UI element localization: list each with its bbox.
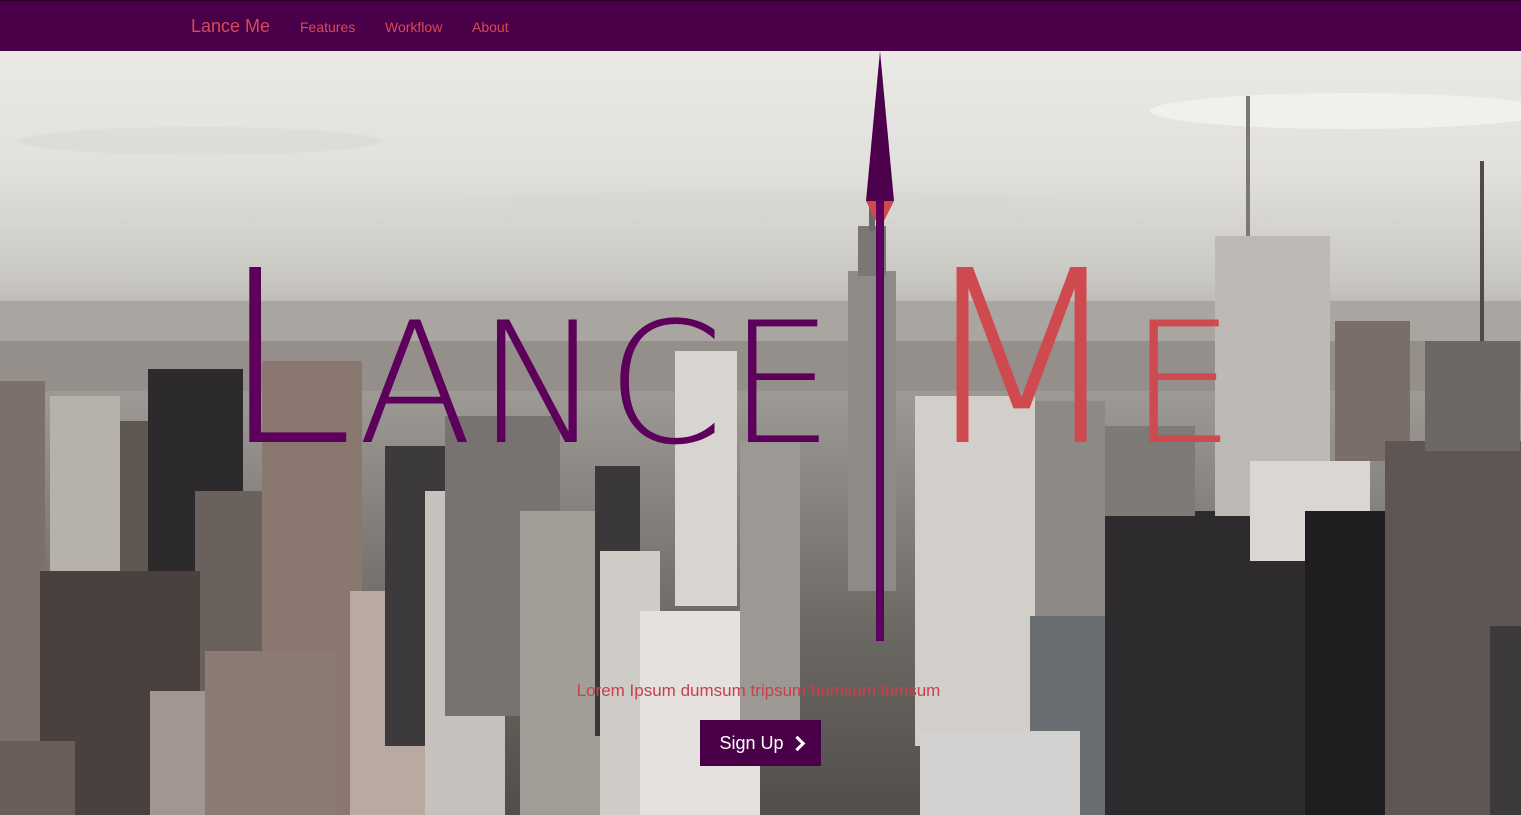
chevron-right-icon (792, 736, 802, 750)
signup-button-label: Sign Up (719, 732, 784, 753)
signup-button[interactable]: Sign Up (700, 720, 821, 766)
hero-tagline: Lorem Ipsum dumsum tripsum humsum lumsum (576, 681, 941, 700)
logo-me-text: Me (918, 219, 1240, 499)
navbar: Lance Me Features Workflow About (0, 0, 1521, 51)
hero-section: Lance Me Lorem Ipsum dumsum tripsum hums… (0, 51, 1521, 815)
nav-link-features[interactable]: Features (300, 19, 355, 35)
nav-link-workflow[interactable]: Workflow (385, 19, 442, 35)
nav-link-about[interactable]: About (472, 19, 509, 35)
brand-link[interactable]: Lance Me (191, 16, 270, 37)
logo-lance-text: Lance (220, 219, 838, 499)
